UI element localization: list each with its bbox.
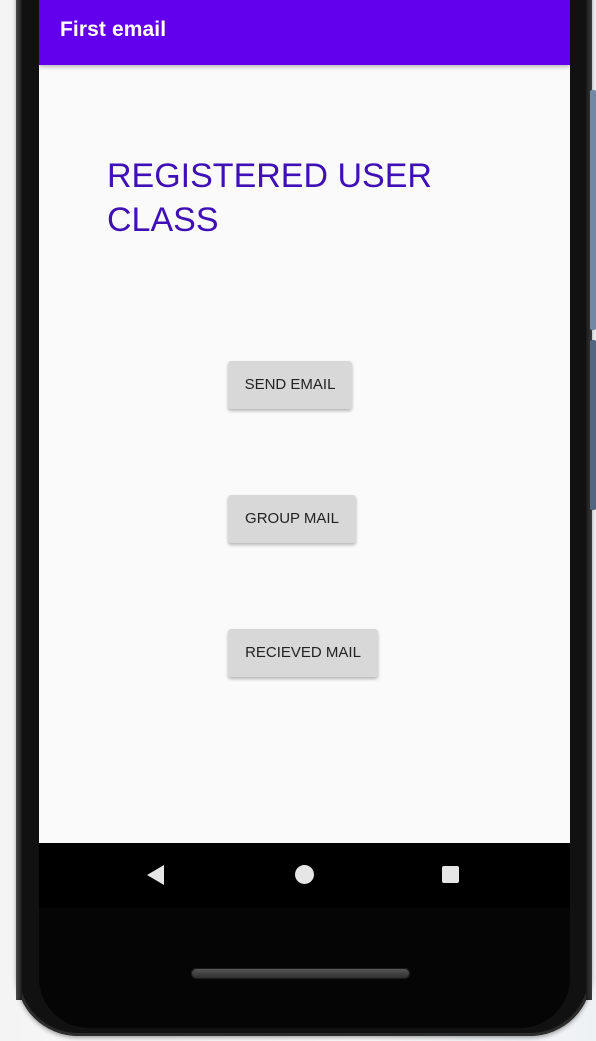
- power-button: [590, 90, 596, 330]
- app-title: First email: [60, 18, 167, 41]
- page-heading: REGISTERED USER CLASS: [107, 157, 432, 239]
- device-frame: First email REGISTERED USER CLASS SEND E…: [0, 0, 596, 1041]
- received-mail-button[interactable]: RECIEVED MAIL: [228, 629, 378, 677]
- recent-apps-icon[interactable]: [442, 866, 459, 883]
- home-icon[interactable]: [295, 865, 314, 884]
- phone-left-edge: [16, 0, 22, 1000]
- navigation-bar: [39, 843, 570, 908]
- app-screen: First email REGISTERED USER CLASS SEND E…: [39, 0, 570, 843]
- send-email-button[interactable]: SEND EMAIL: [228, 361, 352, 409]
- speaker-grille: [191, 968, 410, 979]
- back-icon[interactable]: [147, 865, 164, 885]
- group-mail-button[interactable]: GROUP MAIL: [228, 495, 356, 543]
- volume-button: [590, 340, 596, 510]
- app-bar: First email: [39, 0, 570, 65]
